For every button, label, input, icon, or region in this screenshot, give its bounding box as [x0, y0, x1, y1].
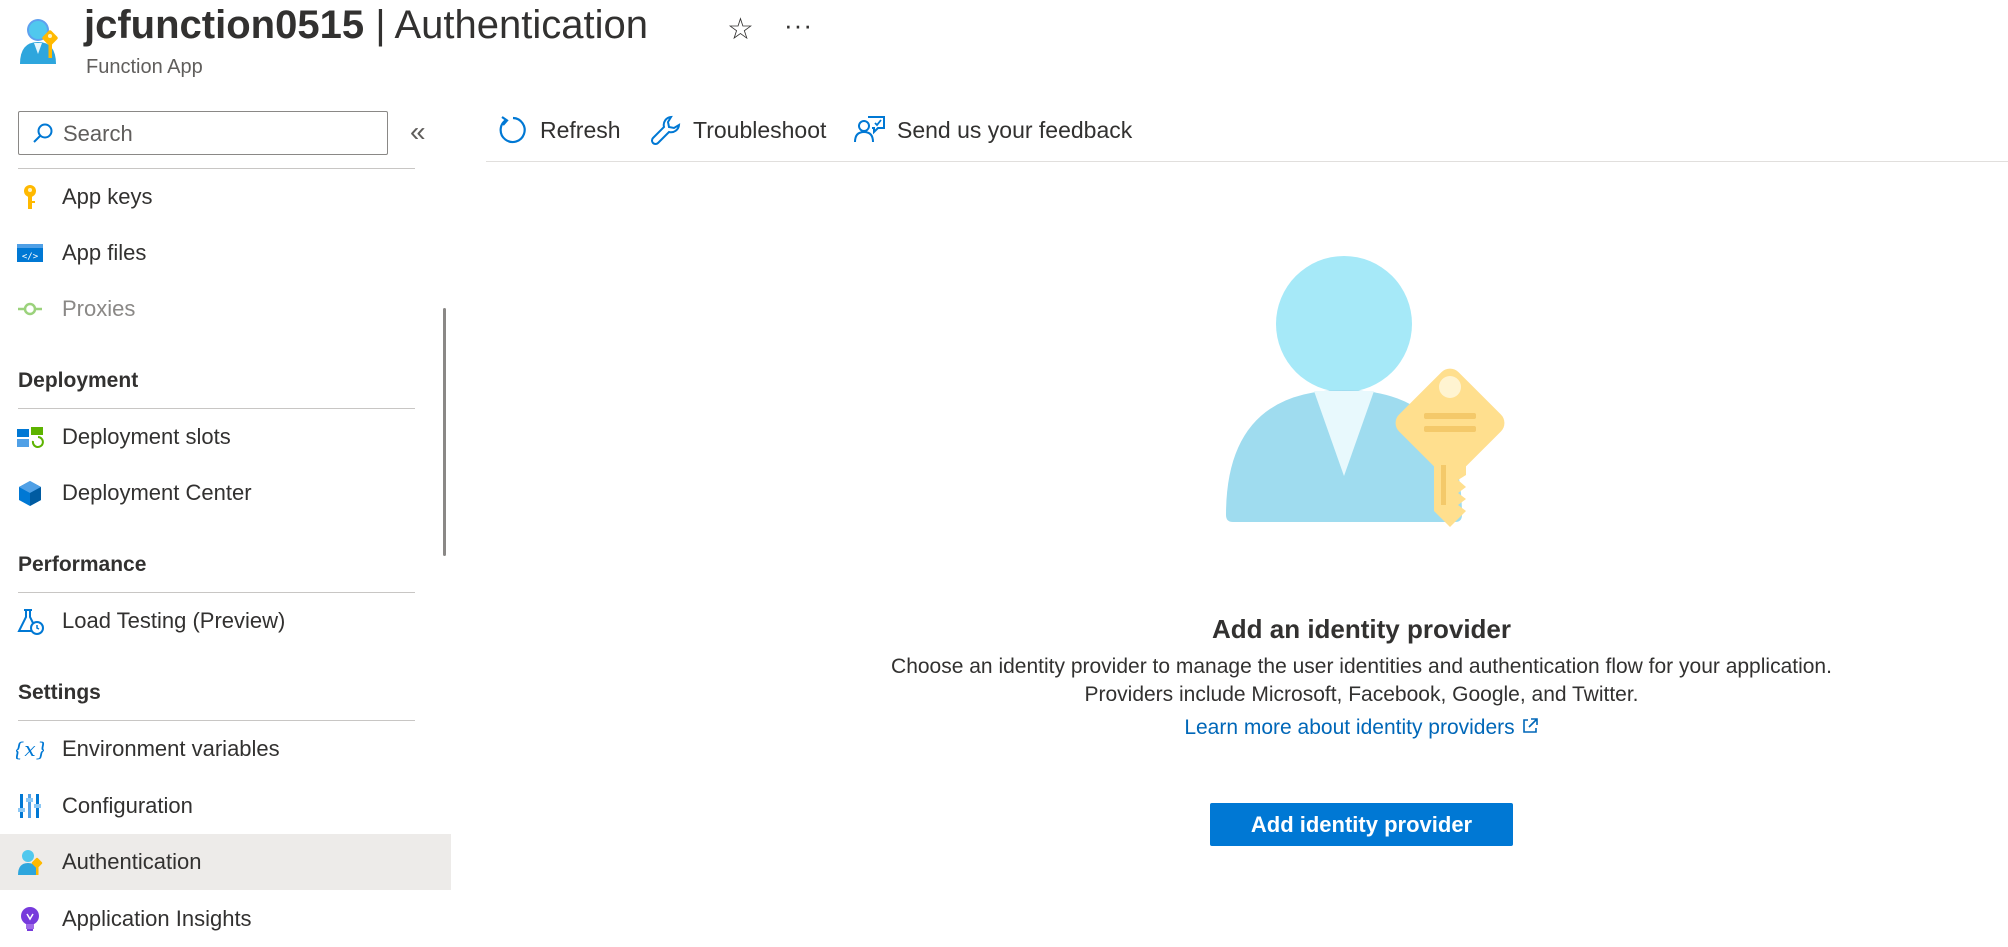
toolbar-divider — [486, 161, 2008, 162]
sidebar-item-label: Deployment Center — [62, 480, 252, 505]
refresh-button[interactable]: Refresh — [497, 110, 627, 150]
refresh-icon — [499, 116, 526, 144]
feedback-icon — [854, 116, 885, 143]
sidebar-item-label: App files — [62, 240, 147, 265]
feedback-button[interactable]: Send us your feedback — [854, 110, 1144, 150]
search-icon — [33, 123, 53, 143]
troubleshoot-label: Troubleshoot — [693, 117, 827, 143]
identity-provider-illustration — [1226, 256, 1505, 527]
troubleshoot-button[interactable]: Troubleshoot — [650, 110, 830, 150]
sidebar-item-environment-variables[interactable]: {x} Environment variables — [0, 721, 451, 777]
empty-state-description: Choose an identity provider to manage th… — [891, 655, 1832, 678]
resource-name: jcfunction0515 — [84, 3, 365, 47]
sidebar-item-label: Load Testing (Preview) — [62, 608, 286, 633]
empty-state-description: Providers include Microsoft, Facebook, G… — [1084, 683, 1639, 706]
key-icon — [24, 185, 36, 209]
sidebar-item-configuration[interactable]: Configuration — [0, 778, 451, 834]
search-input[interactable] — [61, 118, 375, 150]
svg-text:</>: </> — [22, 252, 39, 262]
learn-more-label: Learn more about identity providers — [1184, 716, 1515, 739]
title-separator: | — [364, 3, 395, 47]
flask-icon — [17, 609, 44, 635]
sidebar-item-label: Environment variables — [62, 736, 280, 761]
collapse-sidebar-icon[interactable]: « — [410, 116, 426, 148]
sidebar-item-label: Authentication — [62, 849, 202, 874]
variable-icon: {x} — [16, 737, 44, 761]
code-file-icon: </> — [17, 244, 43, 262]
external-link-icon — [1522, 718, 1538, 733]
feedback-label: Send us your feedback — [897, 117, 1133, 143]
add-identity-provider-button[interactable]: Add identity provider — [1210, 803, 1513, 846]
sidebar-search[interactable] — [18, 111, 388, 155]
ellipsis-icon[interactable]: ··· — [784, 10, 813, 41]
sidebar-item-deployment-slots[interactable]: Deployment slots — [0, 409, 451, 465]
sidebar-item-deployment-center[interactable]: Deployment Center — [0, 465, 451, 521]
section-heading-deployment: Deployment — [18, 369, 139, 392]
sidebar-item-label: Deployment slots — [62, 424, 231, 449]
user-key-icon — [18, 850, 43, 875]
section-heading-settings: Settings — [18, 681, 101, 704]
cube-icon — [19, 481, 41, 506]
star-icon[interactable]: ☆ — [727, 12, 754, 47]
sidebar-item-app-keys[interactable]: App keys — [0, 169, 451, 225]
svg-text:{x}: {x} — [16, 737, 44, 761]
sidebar-item-app-files[interactable]: </> App files — [0, 225, 451, 281]
page-name: Authentication — [394, 3, 649, 47]
sidebar-item-application-insights[interactable]: Application Insights — [0, 891, 451, 947]
page-title: jcfunction0515 | Authentication — [84, 0, 648, 50]
wrench-icon — [650, 115, 681, 146]
sidebar-item-proxies[interactable]: Proxies — [0, 281, 451, 337]
sidebar-item-label: Configuration — [62, 793, 193, 818]
refresh-label: Refresh — [540, 117, 621, 143]
resource-type: Function App — [86, 56, 203, 78]
empty-state-title: Add an identity provider — [1211, 614, 1512, 644]
deployment-slots-icon — [17, 427, 44, 448]
function-app-user-key-icon — [20, 19, 58, 64]
section-heading-performance: Performance — [18, 553, 147, 576]
sidebar-item-label: Proxies — [62, 296, 136, 321]
sidebar-item-load-testing[interactable]: Load Testing (Preview) — [0, 593, 451, 649]
sidebar-item-label: App keys — [62, 184, 153, 209]
proxy-icon — [18, 302, 42, 316]
sidebar-item-authentication[interactable]: Authentication — [0, 834, 451, 890]
sidebar-item-label: Application Insights — [62, 906, 252, 931]
learn-more-link[interactable]: Learn more about identity providers — [600, 716, 2008, 740]
sliders-icon — [18, 794, 41, 818]
lightbulb-icon — [21, 907, 39, 931]
